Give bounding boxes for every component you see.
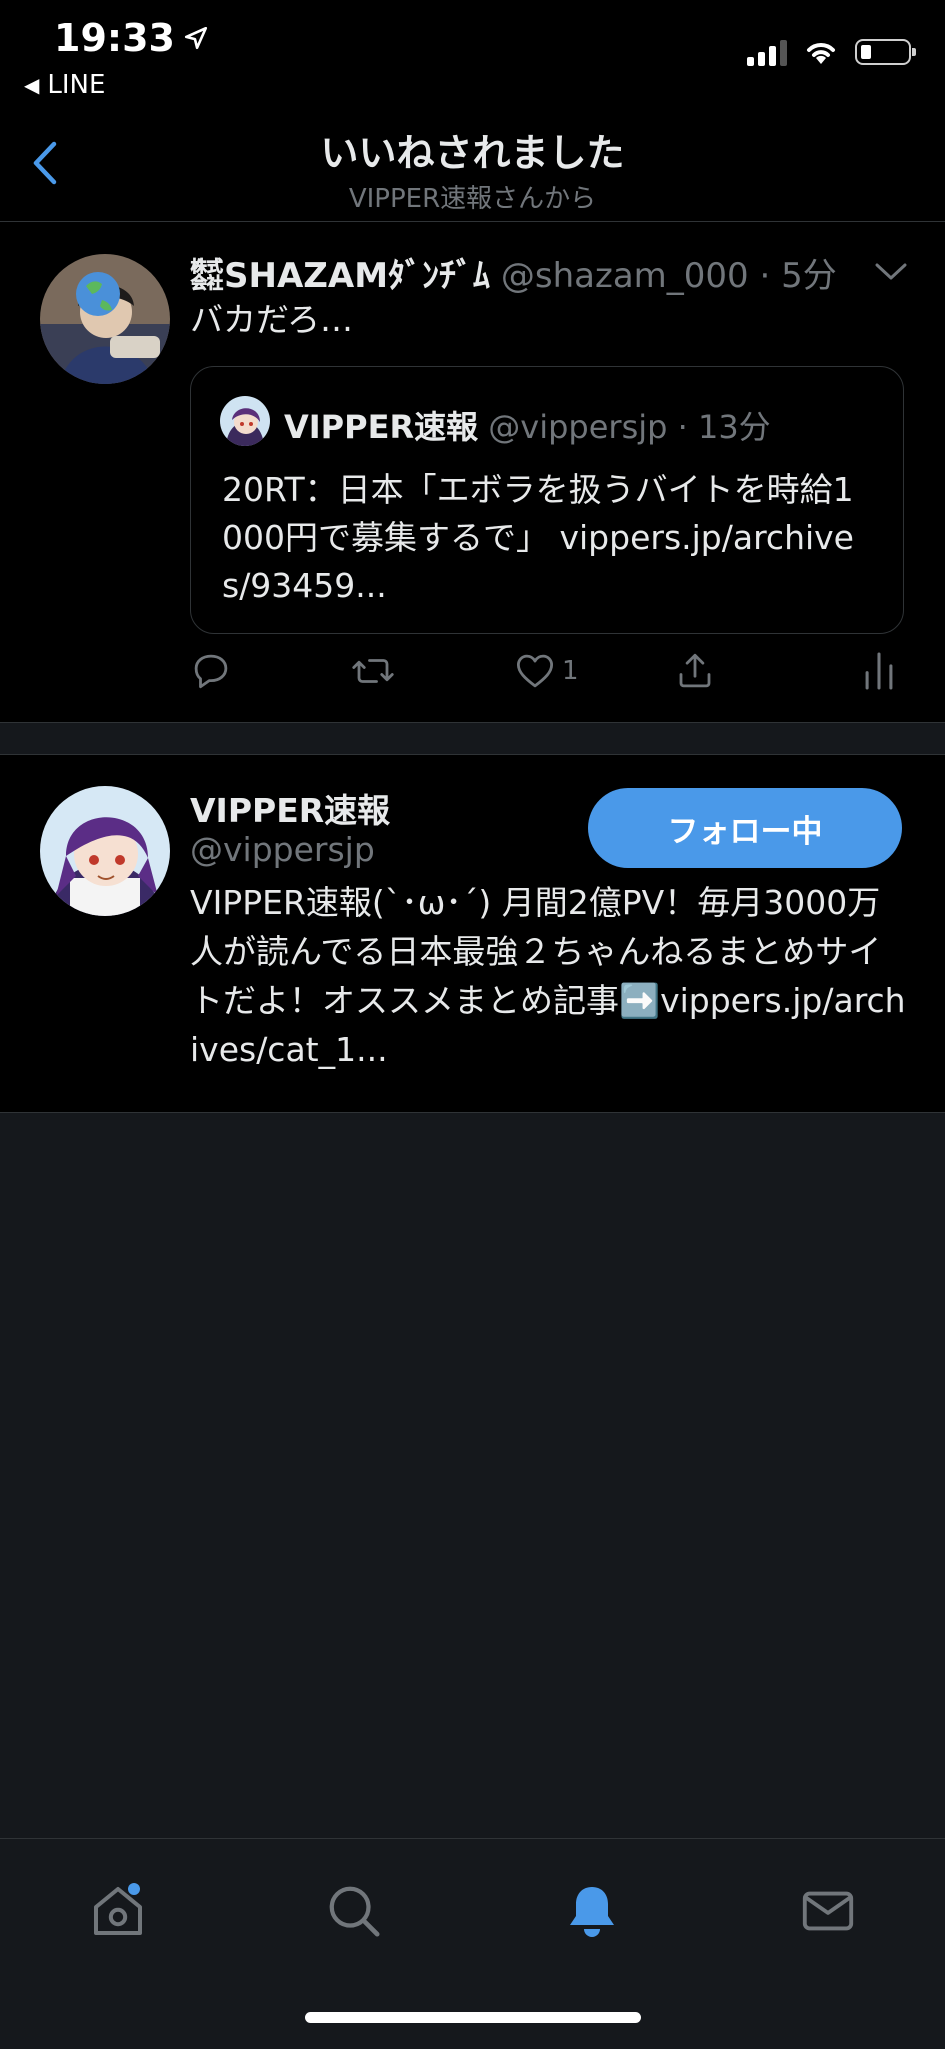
tweet-author-name[interactable]: ㍿SHAZAMﾀﾞﾝﾁﾞﾑ	[190, 256, 490, 296]
section-divider-top	[0, 722, 945, 723]
list-end-divider	[0, 1112, 945, 1113]
home-badge-dot	[128, 1883, 140, 1895]
cellular-signal-icon	[747, 38, 787, 66]
page-title: いいねされました	[320, 131, 625, 175]
chevron-down-icon	[875, 263, 907, 280]
following-button[interactable]: フォロー中	[588, 788, 902, 868]
tweet-menu-button[interactable]	[874, 262, 908, 286]
user-avatar[interactable]	[40, 786, 170, 916]
status-time: 19:33	[54, 16, 209, 60]
tweet-author-avatar[interactable]	[40, 254, 170, 384]
analytics-icon	[865, 652, 893, 690]
quoted-author-name: VIPPER速報	[284, 408, 479, 446]
search-icon	[329, 1886, 380, 1937]
tab-messages[interactable]	[792, 1875, 864, 1947]
tab-home[interactable]	[82, 1875, 154, 1947]
tab-notifications[interactable]	[556, 1875, 628, 1947]
tab-search[interactable]	[318, 1875, 390, 1947]
user-handle: @vippersjp	[190, 830, 375, 869]
retweet-icon	[352, 659, 394, 683]
heart-icon	[516, 654, 554, 688]
home-icon	[94, 1883, 142, 1935]
analytics-button[interactable]	[862, 650, 896, 692]
status-indicators	[747, 38, 916, 66]
share-button[interactable]	[674, 650, 716, 692]
user-name-text: VIPPER速報	[190, 791, 391, 830]
quoted-time: 13分	[697, 408, 771, 446]
tweet-text: バカだろ…	[190, 300, 354, 339]
tweet-header: ㍿SHAZAMﾀﾞﾝﾁﾞﾑ @shazam_000 · 5分	[190, 248, 837, 297]
retweet-button[interactable]	[350, 650, 396, 692]
tweet-author-handle[interactable]: @shazam_000	[501, 256, 749, 296]
battery-icon	[855, 39, 916, 65]
user-bio: VIPPER速報(`･ω･´) 月間2億PV！毎月3000万人が読んでる日本最強…	[190, 883, 906, 1069]
quoted-author-avatar	[220, 396, 270, 446]
time-separator: ·	[759, 256, 771, 296]
reply-icon	[194, 654, 228, 689]
tweet-actions: 1	[190, 650, 910, 710]
like-button[interactable]: 1	[514, 650, 579, 692]
quoted-time-separator: ·	[677, 408, 688, 446]
page-subtitle: VIPPER速報さんから	[348, 184, 597, 214]
home-indicator[interactable]	[305, 2012, 641, 2023]
quoted-text: 20RT：日本「エボラを扱うバイトを時給1000円で募集するで」 vippers…	[222, 470, 854, 605]
reply-button[interactable]	[190, 650, 232, 692]
location-arrow-icon	[184, 26, 208, 50]
back-to-app[interactable]: ◀ LINE	[24, 70, 105, 100]
back-app-label: LINE	[47, 70, 106, 100]
wifi-icon	[807, 43, 835, 64]
quoted-author-handle: @vippersjp	[488, 408, 668, 446]
share-icon	[679, 653, 711, 688]
bell-icon	[570, 1887, 614, 1937]
mail-icon	[802, 1891, 854, 1931]
clock: 19:33	[54, 16, 175, 60]
quoted-header: VIPPER速報 @vippersjp · 13分	[284, 402, 771, 448]
like-count: 1	[562, 656, 579, 686]
back-triangle-icon: ◀	[24, 73, 40, 97]
tweet-time: 5分	[781, 256, 837, 296]
user-name[interactable]: VIPPER速報	[190, 784, 390, 832]
